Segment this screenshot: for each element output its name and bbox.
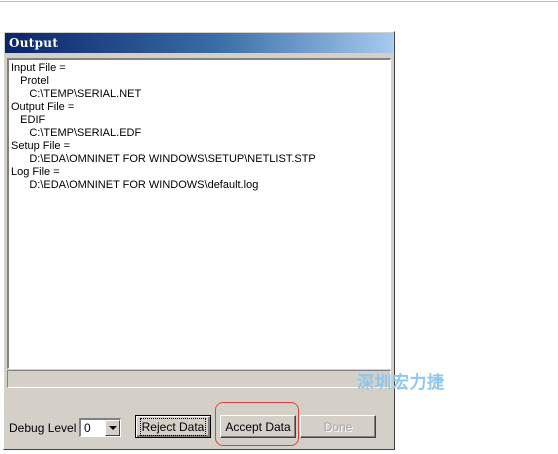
watermark-text: 深圳宏力捷 (357, 373, 445, 393)
output-line: Log File = (11, 166, 60, 178)
debug-level-select[interactable]: 0 (79, 418, 121, 437)
output-line: EDIF (11, 114, 46, 126)
output-line: D:\EDA\OMNINET FOR WINDOWS\default.log (11, 179, 259, 191)
reject-data-button[interactable]: Reject Data (135, 415, 211, 438)
output-line: C:\TEMP\SERIAL.EDF (11, 127, 142, 139)
top-divider (0, 1, 558, 2)
chevron-down-icon[interactable] (105, 420, 120, 436)
output-window: Output Input File = Protel C:\TEMP\SERIA… (3, 31, 395, 450)
output-line: Input File = (11, 62, 66, 74)
status-bar (7, 370, 391, 388)
done-label: Done (323, 419, 353, 434)
window-title: Output (9, 36, 59, 50)
output-line: C:\TEMP\SERIAL.NET (11, 88, 142, 100)
output-text-area[interactable]: Input File = Protel C:\TEMP\SERIAL.NET O… (7, 58, 391, 369)
output-line: Output File = (11, 101, 75, 113)
debug-level-label: Debug Level : (9, 421, 84, 435)
title-bar[interactable]: Output (5, 33, 393, 53)
reject-data-label: Reject Data (139, 417, 207, 436)
accept-data-label: Accept Data (225, 419, 291, 434)
debug-level-value: 0 (84, 421, 91, 435)
output-line: Protel (11, 75, 49, 87)
accept-data-button[interactable]: Accept Data (220, 415, 296, 438)
output-line: D:\EDA\OMNINET FOR WINDOWS\SETUP\NETLIST… (11, 153, 316, 165)
done-button: Done (300, 415, 376, 438)
output-line: Setup File = (11, 140, 71, 152)
